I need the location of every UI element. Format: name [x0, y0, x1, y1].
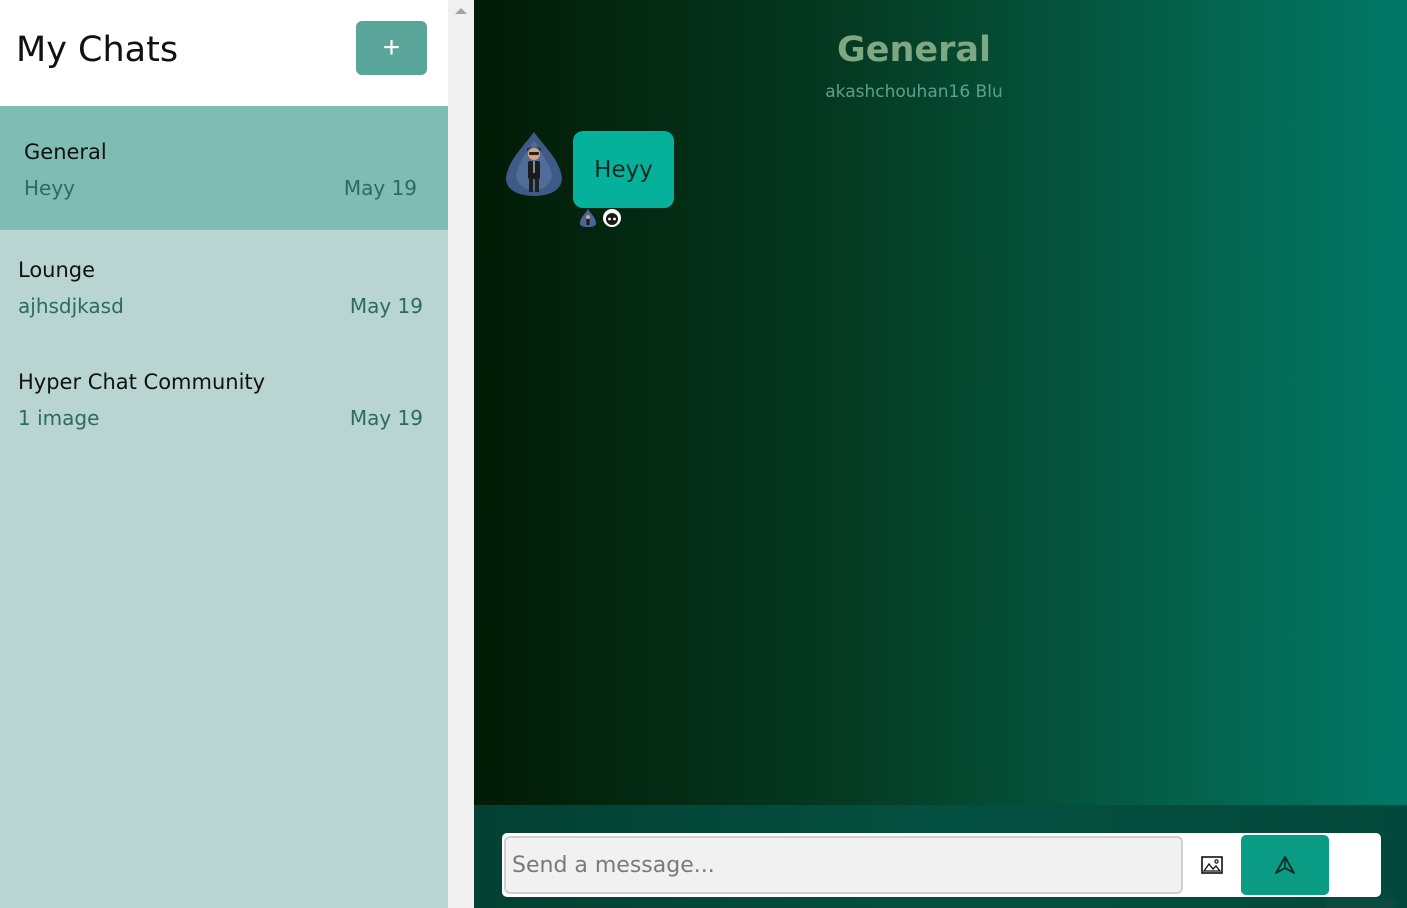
chat-panel: General akashchouhan16 Blu Heyy — [474, 0, 1407, 908]
sidebar: My Chats + General Heyy May 19 Lounge aj… — [0, 0, 448, 908]
divider — [1326, 898, 1396, 908]
composer — [502, 833, 1381, 897]
chat-item-general[interactable]: General Heyy May 19 — [0, 106, 448, 230]
chat-members: akashchouhan16 Blu — [825, 82, 1003, 102]
chat-preview: Heyy — [24, 176, 76, 200]
sidebar-header: My Chats + — [0, 0, 448, 106]
chat-preview: 1 image — [18, 406, 100, 430]
sidebar-scrollbar[interactable] — [448, 0, 474, 908]
chat-list: General Heyy May 19 Lounge ajhsdjkasd Ma… — [0, 106, 448, 454]
scroll-up-arrow-icon[interactable] — [455, 8, 467, 14]
chat-title: General — [837, 30, 991, 70]
send-button[interactable] — [1241, 835, 1329, 895]
chat-name: General — [24, 140, 107, 164]
image-upload-button[interactable] — [1195, 849, 1229, 881]
chat-date: May 19 — [349, 294, 423, 318]
chat-name: Hyper Chat Community — [18, 370, 266, 394]
read-receipt-avatar — [603, 209, 621, 227]
chat-date: May 19 — [349, 406, 423, 430]
message-bubble[interactable]: Heyy — [573, 131, 674, 208]
send-icon — [1275, 856, 1295, 874]
message-input[interactable] — [504, 836, 1183, 894]
chat-item-hyper-chat-community[interactable]: Hyper Chat Community 1 image May 19 — [0, 342, 448, 454]
read-receipt-avatar — [580, 209, 596, 227]
chat-date: May 19 — [343, 176, 417, 200]
chat-name: Lounge — [18, 258, 96, 282]
sidebar-title: My Chats — [16, 30, 179, 70]
chat-item-lounge[interactable]: Lounge ajhsdjkasd May 19 — [0, 230, 448, 342]
chat-preview: ajhsdjkasd — [18, 294, 124, 318]
composer-bar — [474, 805, 1407, 908]
sender-avatar[interactable] — [502, 130, 566, 198]
image-icon — [1201, 856, 1223, 874]
new-chat-button[interactable]: + — [356, 21, 427, 75]
